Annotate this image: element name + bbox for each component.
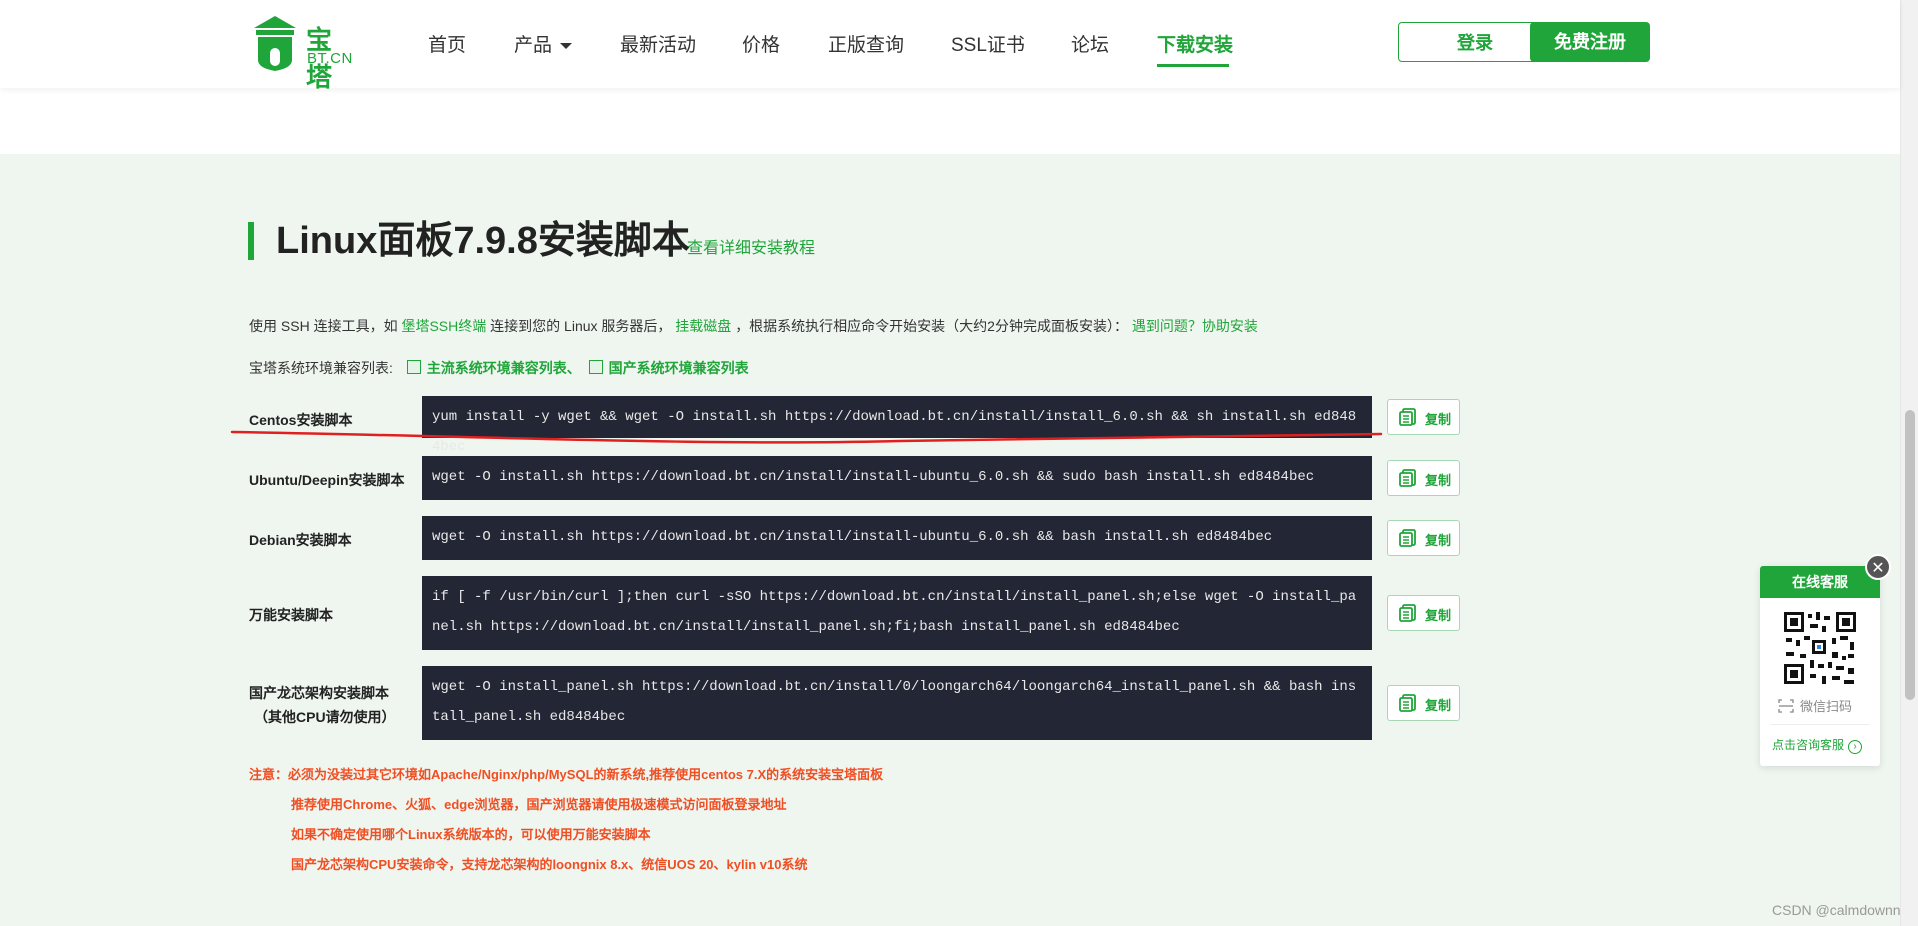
nav-item-home[interactable]: 首页 <box>428 30 466 57</box>
csdn-watermark: CSDN @calmdownn <box>1772 902 1901 918</box>
note-line-3: 如果不确定使用哪个Linux系统版本的，可以使用万能安装脚本 <box>291 827 651 842</box>
nav-item-pricing[interactable]: 价格 <box>742 30 780 57</box>
caret-down-icon <box>560 42 573 49</box>
customer-service-title: 在线客服 <box>1760 566 1880 598</box>
top-navbar: 宝塔 BT.CN 首页 产品 最新活动 价格 正版查询 SSL证书 论坛 下载安… <box>0 0 1900 92</box>
nav-item-products-label: 产品 <box>514 35 553 56</box>
register-button[interactable]: 免费注册 <box>1530 22 1650 62</box>
note-line-4: 国产龙芯架构CPU安装命令，支持龙芯架构的loongnix 8.x、统信UOS … <box>291 857 808 872</box>
widget-divider <box>1770 724 1870 725</box>
customer-service-widget: 在线客服 微信扫码 点击咨询客服 › <box>1760 566 1880 766</box>
qr-code-icon <box>1782 610 1858 686</box>
consult-label: 点击咨询客服 <box>1772 738 1845 752</box>
page-scrollbar[interactable] <box>1900 0 1918 926</box>
login-button[interactable]: 登录 <box>1398 22 1552 62</box>
note-line-1: 注意：必须为没装过其它环境如Apache/Nginx/php/MySQL的新系统… <box>249 767 884 782</box>
active-nav-underline <box>1157 64 1229 67</box>
nav-item-latest-activity[interactable]: 最新活动 <box>620 30 696 57</box>
nav-item-download[interactable]: 下载安装 <box>1157 30 1233 57</box>
wechat-scan-label: 微信扫码 <box>1800 699 1853 714</box>
red-annotation-underline <box>230 430 1383 444</box>
nav-item-ssl[interactable]: SSL证书 <box>951 30 1025 57</box>
bt-logo[interactable]: 宝塔 BT.CN <box>250 14 360 92</box>
wechat-scan: 微信扫码 <box>1778 696 1852 715</box>
scan-icon <box>1778 699 1794 713</box>
pagoda-logo-icon <box>254 16 296 71</box>
nav-item-forum[interactable]: 论坛 <box>1071 30 1109 57</box>
consult-link[interactable]: 点击咨询客服 › <box>1772 736 1863 754</box>
note-line-2: 推荐使用Chrome、火狐、edge浏览器，国产浏览器请使用极速模式访问面板登录… <box>291 797 787 812</box>
chevron-right-icon: › <box>1848 740 1863 754</box>
brand-name-en: BT.CN <box>307 50 353 67</box>
nav-item-license-check[interactable]: 正版查询 <box>828 30 904 57</box>
nav-item-products[interactable]: 产品 <box>514 30 573 57</box>
close-widget-button[interactable]: ✕ <box>1865 554 1891 580</box>
scrollbar-thumb[interactable] <box>1905 410 1915 700</box>
